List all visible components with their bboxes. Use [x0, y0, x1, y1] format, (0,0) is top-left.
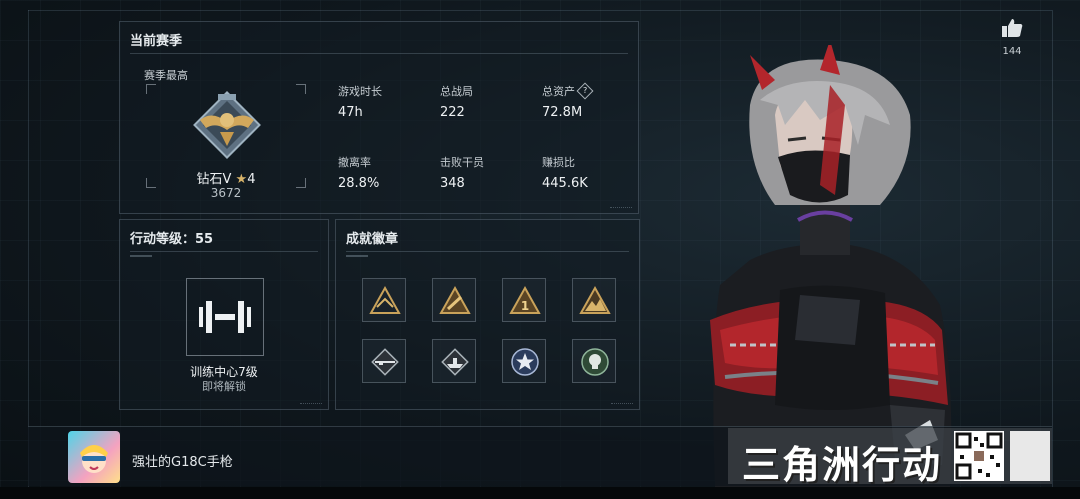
- game-logo-watermark: 三角洲行动: [728, 428, 1052, 487]
- divider: [130, 53, 628, 54]
- badge-ship-icon[interactable]: [432, 339, 476, 383]
- badge-one-icon[interactable]: 1: [502, 278, 546, 322]
- stat-playtime: 游戏时长 47h: [338, 85, 382, 120]
- stat-operators-defeated: 击败干员 348: [440, 156, 484, 191]
- training-center-card[interactable]: [186, 278, 264, 356]
- season-title: 当前赛季: [130, 34, 183, 49]
- badge-rifle-icon[interactable]: [362, 339, 406, 383]
- stat-extraction-rate: 撤离率 28.8%: [338, 156, 380, 191]
- badge-star-icon[interactable]: [502, 339, 546, 383]
- rank-name: 钻石V ★4: [196, 172, 256, 187]
- help-icon[interactable]: ?: [576, 82, 594, 100]
- action-level-panel: 行动等级：55 训练中心7级 即将解锁: [119, 219, 329, 410]
- badge-mountain-icon[interactable]: [572, 278, 616, 322]
- weapon-name: 强壮的G18C手枪: [132, 455, 233, 470]
- current-season-panel: 当前赛季 赛季最高 钻石V ★4 3672 游戏时长 47h 总战局 222 总…: [119, 21, 639, 214]
- star-icon: ★: [235, 172, 248, 187]
- stat-total-assets: 总资产 ? 72.8M: [542, 82, 632, 120]
- thumbs-up-icon: [1002, 19, 1023, 37]
- dumbbell-icon: [199, 301, 251, 333]
- divider: [346, 251, 629, 252]
- badge-skull-icon[interactable]: [572, 339, 616, 383]
- badges-title: 成就徽章: [346, 232, 399, 247]
- season-best-label: 赛季最高: [144, 69, 188, 82]
- frame-right-line: [1052, 10, 1053, 488]
- weapon-avatar-icon[interactable]: [68, 431, 120, 483]
- level-title: 行动等级：55: [130, 232, 214, 247]
- badge-chevron-icon[interactable]: [362, 278, 406, 322]
- frame-top-line: [28, 10, 1052, 11]
- unlock-status: 即将解锁: [202, 380, 246, 393]
- rank-card[interactable]: 钻石V ★4: [146, 84, 306, 188]
- qr-code-icon: [954, 431, 1004, 481]
- logo-text: 三角洲行动: [742, 443, 943, 487]
- badge-slash-icon[interactable]: [432, 278, 476, 322]
- divider: [130, 251, 318, 252]
- character-portrait: [710, 45, 952, 487]
- diamond-rank-emblem-icon: [193, 91, 261, 159]
- frame-left-line: [28, 10, 29, 488]
- qr-side-panel: [1010, 431, 1050, 481]
- stat-total-matches: 总战局 222: [440, 85, 473, 120]
- rank-score: 3672: [210, 186, 242, 200]
- stat-profit-loss-ratio: 赚损比 445.6K: [542, 156, 588, 191]
- like-button[interactable]: 144: [996, 18, 1028, 57]
- svg-text:1: 1: [521, 299, 529, 313]
- achievement-badges-panel: 成就徽章 1: [335, 219, 640, 410]
- bottom-status-strip: [0, 487, 1080, 499]
- like-count: 144: [1002, 46, 1022, 57]
